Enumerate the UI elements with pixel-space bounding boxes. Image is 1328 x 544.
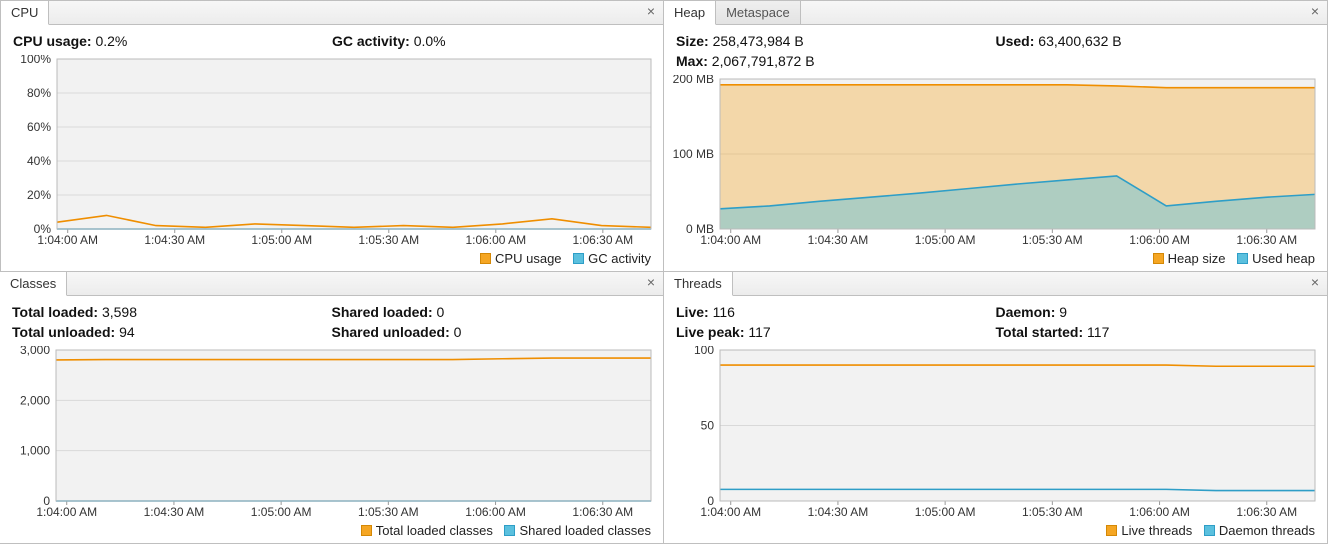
stat-live-peak: Live peak: 117 bbox=[676, 322, 996, 342]
swatch-icon bbox=[504, 525, 515, 536]
legend-item: Shared loaded classes bbox=[504, 523, 651, 538]
panel-classes: Classes × Total loaded: 3,598 Shared loa… bbox=[0, 271, 664, 544]
legend-item: Live threads bbox=[1106, 523, 1192, 538]
svg-text:1:04:30 AM: 1:04:30 AM bbox=[144, 505, 205, 519]
svg-text:1:04:30 AM: 1:04:30 AM bbox=[808, 233, 869, 247]
svg-text:100 MB: 100 MB bbox=[673, 147, 714, 161]
close-icon[interactable]: × bbox=[643, 4, 659, 20]
svg-text:1:05:30 AM: 1:05:30 AM bbox=[1022, 505, 1083, 519]
legend-item: CPU usage bbox=[480, 251, 561, 266]
svg-text:1:05:30 AM: 1:05:30 AM bbox=[358, 233, 419, 247]
close-icon[interactable]: × bbox=[643, 275, 659, 291]
svg-text:1:06:30 AM: 1:06:30 AM bbox=[1236, 505, 1297, 519]
svg-text:1:04:30 AM: 1:04:30 AM bbox=[808, 505, 869, 519]
legend-item: Total loaded classes bbox=[361, 523, 493, 538]
svg-text:1:06:30 AM: 1:06:30 AM bbox=[572, 505, 633, 519]
stats-threads: Live: 116 Daemon: 9 Live peak: 117 Total… bbox=[664, 296, 1327, 346]
svg-text:1:04:00 AM: 1:04:00 AM bbox=[37, 233, 98, 247]
stat-shared-loaded: Shared loaded: 0 bbox=[332, 302, 652, 322]
stat-live: Live: 116 bbox=[676, 302, 996, 322]
stat-heap-max: Max: 2,067,791,872 B bbox=[676, 51, 996, 71]
svg-text:80%: 80% bbox=[27, 86, 51, 100]
svg-text:1:06:00 AM: 1:06:00 AM bbox=[1129, 233, 1190, 247]
svg-text:200 MB: 200 MB bbox=[673, 75, 714, 86]
chart-heap: 0 MB100 MB200 MB1:04:00 AM1:04:30 AM1:05… bbox=[672, 75, 1319, 247]
svg-text:1:04:30 AM: 1:04:30 AM bbox=[144, 233, 205, 247]
stat-heap-size: Size: 258,473,984 B bbox=[676, 31, 996, 51]
svg-text:1:04:00 AM: 1:04:00 AM bbox=[700, 505, 761, 519]
svg-text:1:06:00 AM: 1:06:00 AM bbox=[465, 233, 526, 247]
stat-cpu-usage: CPU usage: 0.2% bbox=[13, 31, 332, 51]
svg-text:2,000: 2,000 bbox=[20, 393, 50, 407]
legend-cpu: CPU usage GC activity bbox=[1, 249, 663, 271]
svg-text:3,000: 3,000 bbox=[20, 346, 50, 357]
tab-threads[interactable]: Threads bbox=[664, 272, 733, 296]
svg-text:40%: 40% bbox=[27, 154, 51, 168]
svg-text:100%: 100% bbox=[20, 55, 51, 66]
swatch-icon bbox=[361, 525, 372, 536]
swatch-icon bbox=[480, 253, 491, 264]
svg-text:1:06:00 AM: 1:06:00 AM bbox=[1129, 505, 1190, 519]
tabbar-threads: Threads × bbox=[664, 272, 1327, 296]
panel-heap: Heap Metaspace × Size: 258,473,984 B Use… bbox=[663, 0, 1328, 272]
tab-metaspace[interactable]: Metaspace bbox=[716, 1, 801, 25]
svg-text:1:04:00 AM: 1:04:00 AM bbox=[700, 233, 761, 247]
stat-shared-unloaded: Shared unloaded: 0 bbox=[332, 322, 652, 342]
stat-gc-activity: GC activity: 0.0% bbox=[332, 31, 651, 51]
svg-text:50: 50 bbox=[701, 419, 715, 433]
stat-daemon: Daemon: 9 bbox=[996, 302, 1316, 322]
swatch-icon bbox=[1204, 525, 1215, 536]
svg-text:1:05:30 AM: 1:05:30 AM bbox=[1022, 233, 1083, 247]
close-icon[interactable]: × bbox=[1307, 275, 1323, 291]
legend-item: GC activity bbox=[573, 251, 651, 266]
stats-heap: Size: 258,473,984 B Used: 63,400,632 B M… bbox=[664, 25, 1327, 75]
swatch-icon bbox=[573, 253, 584, 264]
svg-text:1:05:00 AM: 1:05:00 AM bbox=[251, 233, 312, 247]
chart-cpu: 0%20%40%60%80%100%1:04:00 AM1:04:30 AM1:… bbox=[9, 55, 655, 247]
legend-item: Heap size bbox=[1153, 251, 1226, 266]
tab-heap[interactable]: Heap bbox=[664, 1, 716, 25]
legend-heap: Heap size Used heap bbox=[664, 249, 1327, 271]
tabbar-cpu: CPU × bbox=[1, 1, 663, 25]
svg-text:1:04:00 AM: 1:04:00 AM bbox=[36, 505, 97, 519]
svg-text:1:05:00 AM: 1:05:00 AM bbox=[915, 505, 976, 519]
svg-text:100: 100 bbox=[694, 346, 714, 357]
panel-cpu: CPU × CPU usage: 0.2% GC activity: 0.0% … bbox=[0, 0, 664, 272]
stat-total-unloaded: Total unloaded: 94 bbox=[12, 322, 332, 342]
stats-cpu: CPU usage: 0.2% GC activity: 0.0% bbox=[1, 25, 663, 55]
svg-text:1,000: 1,000 bbox=[20, 444, 50, 458]
panel-threads: Threads × Live: 116 Daemon: 9 Live peak:… bbox=[663, 271, 1328, 544]
legend-threads: Live threads Daemon threads bbox=[664, 521, 1327, 543]
close-icon[interactable]: × bbox=[1307, 4, 1323, 20]
tab-cpu[interactable]: CPU bbox=[1, 1, 49, 25]
svg-text:20%: 20% bbox=[27, 188, 51, 202]
tab-classes[interactable]: Classes bbox=[0, 272, 67, 296]
tabbar-classes: Classes × bbox=[0, 272, 663, 296]
tabbar-heap: Heap Metaspace × bbox=[664, 1, 1327, 25]
legend-item: Daemon threads bbox=[1204, 523, 1315, 538]
svg-text:1:05:00 AM: 1:05:00 AM bbox=[915, 233, 976, 247]
swatch-icon bbox=[1153, 253, 1164, 264]
svg-text:1:06:30 AM: 1:06:30 AM bbox=[1236, 233, 1297, 247]
svg-text:1:06:30 AM: 1:06:30 AM bbox=[572, 233, 633, 247]
stat-total-started: Total started: 117 bbox=[996, 322, 1316, 342]
svg-text:1:05:30 AM: 1:05:30 AM bbox=[358, 505, 419, 519]
swatch-icon bbox=[1237, 253, 1248, 264]
stat-heap-used: Used: 63,400,632 B bbox=[996, 31, 1316, 51]
svg-text:1:06:00 AM: 1:06:00 AM bbox=[465, 505, 526, 519]
legend-item: Used heap bbox=[1237, 251, 1315, 266]
svg-text:60%: 60% bbox=[27, 120, 51, 134]
svg-text:1:05:00 AM: 1:05:00 AM bbox=[251, 505, 312, 519]
swatch-icon bbox=[1106, 525, 1117, 536]
chart-classes: 01,0002,0003,0001:04:00 AM1:04:30 AM1:05… bbox=[8, 346, 655, 519]
stat-total-loaded: Total loaded: 3,598 bbox=[12, 302, 332, 322]
chart-threads: 0501001:04:00 AM1:04:30 AM1:05:00 AM1:05… bbox=[672, 346, 1319, 519]
legend-classes: Total loaded classes Shared loaded class… bbox=[0, 521, 663, 543]
stats-classes: Total loaded: 3,598 Shared loaded: 0 Tot… bbox=[0, 296, 663, 346]
